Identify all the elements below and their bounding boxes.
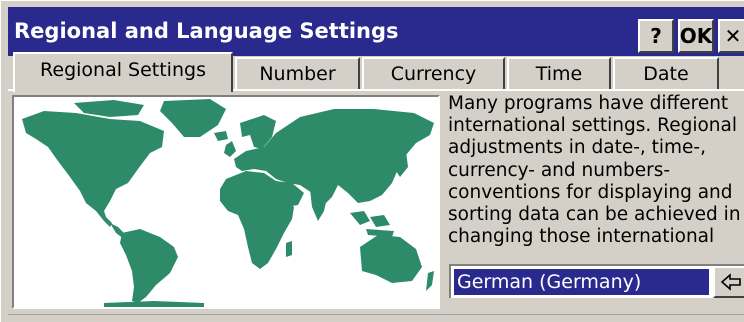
description-line: adjustments in date-, time-,	[448, 137, 706, 159]
tab-date[interactable]: Date	[613, 57, 719, 89]
window-title: Regional and Language Settings	[14, 19, 399, 43]
description-line: international settings. Regional	[448, 115, 737, 137]
description-line: Many programs have different	[448, 93, 729, 114]
tab-currency[interactable]: Currency	[362, 57, 505, 89]
world-map-icon	[22, 99, 434, 307]
ok-button[interactable]: OK	[678, 19, 714, 53]
language-select[interactable]: German (Germany)	[449, 264, 744, 298]
tab-number[interactable]: Number	[235, 57, 360, 89]
language-dropdown-button[interactable]	[713, 266, 744, 298]
description-line: sorting data can be achieved in	[448, 204, 741, 226]
language-select-value[interactable]: German (Germany)	[454, 269, 709, 295]
continents	[22, 99, 434, 307]
title-bar: Regional and Language Settings ? OK ✕	[8, 7, 744, 56]
tab-regional-settings[interactable]: Regional Settings	[13, 52, 233, 92]
description-line: currency- and numbers-	[448, 159, 671, 181]
help-button[interactable]: ?	[638, 19, 674, 53]
world-map	[12, 95, 440, 309]
arrow-left-icon	[720, 273, 741, 291]
description-text: Many programs have different internation…	[448, 93, 741, 248]
bottom-divider	[8, 314, 744, 315]
close-button[interactable]: ✕	[718, 19, 744, 53]
description-line: changing those international	[448, 226, 715, 248]
tab-time[interactable]: Time	[507, 57, 611, 89]
description-line: conventions for displaying and	[448, 181, 733, 203]
